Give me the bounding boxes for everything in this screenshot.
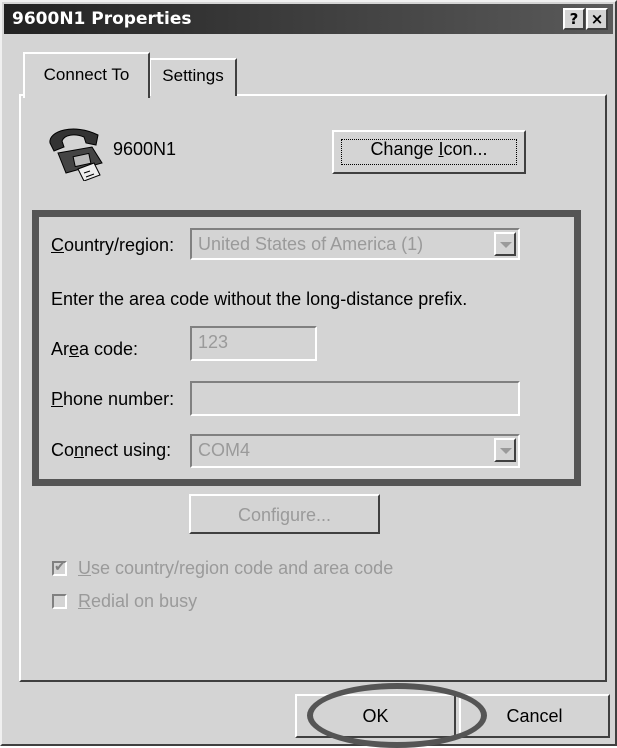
help-button[interactable]: ?: [563, 8, 585, 30]
configure-label: Configure...: [237, 505, 332, 525]
use-country-code-label: Use country/region code and area code: [78, 558, 394, 578]
change-icon-label: Change Icon...: [370, 139, 488, 159]
window-title: 9600N1 Properties: [12, 9, 192, 29]
annotation-highlight-ellipse: [307, 683, 487, 748]
use-country-code-checkbox[interactable]: ✔: [52, 559, 67, 576]
tab-connect-to-label: Connect To: [43, 65, 130, 84]
telephone-icon: [49, 128, 103, 181]
tab-settings-label: Settings: [162, 66, 224, 85]
properties-dialog: 9600N1 Properties ? × Connect To Setting…: [0, 0, 617, 748]
title-bar[interactable]: 9600N1 Properties ? ×: [4, 4, 613, 34]
change-icon-button[interactable]: Change Icon...: [332, 130, 526, 174]
redial-on-busy-label: Redial on busy: [78, 591, 198, 611]
tab-settings[interactable]: Settings: [149, 58, 237, 96]
close-button[interactable]: ×: [586, 8, 608, 30]
cancel-label: Cancel: [506, 706, 563, 726]
tab-connect-to[interactable]: Connect To: [23, 52, 150, 98]
device-name: 9600N1: [113, 139, 177, 159]
redial-on-busy-checkbox[interactable]: [52, 594, 67, 609]
configure-button[interactable]: Configure...: [189, 494, 380, 534]
checkmark-icon: ✔: [54, 559, 66, 575]
annotation-highlight-box: [32, 210, 581, 486]
